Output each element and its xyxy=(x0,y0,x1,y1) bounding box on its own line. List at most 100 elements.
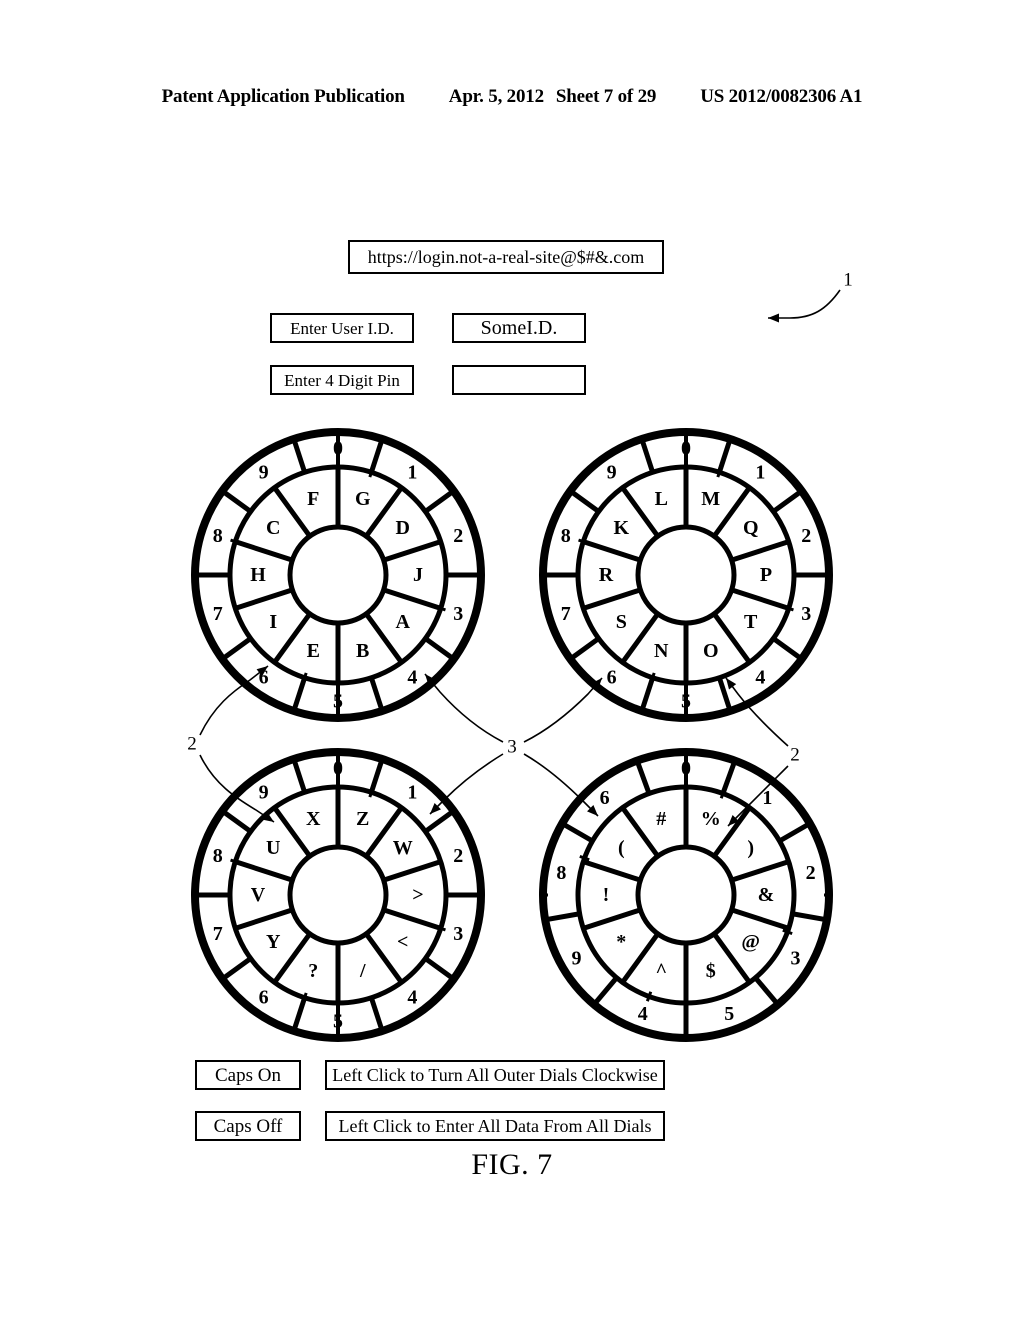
caps-on-button[interactable]: Caps On xyxy=(195,1060,301,1090)
outer-ring-label[interactable]: 3 xyxy=(791,947,801,969)
inner-ring-label[interactable]: Q xyxy=(743,517,759,539)
inner-ring-label[interactable]: P xyxy=(760,564,772,586)
outer-ring-label[interactable]: 6 xyxy=(607,666,617,688)
outer-ring-label[interactable]: 2 xyxy=(806,862,816,884)
outer-ring-label[interactable]: 7 xyxy=(213,603,223,625)
inner-ring-label[interactable]: U xyxy=(266,837,280,859)
inner-ring-label[interactable]: H xyxy=(250,564,266,586)
inner-ring-label[interactable]: L xyxy=(655,488,668,510)
enter-all-data-button[interactable]: Left Click to Enter All Data From All Di… xyxy=(325,1111,665,1141)
outer-ring-label[interactable]: 8 xyxy=(213,525,223,547)
inner-ring-label[interactable]: Z xyxy=(356,808,369,830)
inner-ring-label[interactable]: F xyxy=(307,488,319,510)
inner-ring-label[interactable]: A xyxy=(395,611,410,633)
inner-ring-label[interactable]: * xyxy=(616,931,626,953)
outer-ring-label[interactable]: 5 xyxy=(333,1011,343,1033)
inner-ring-label[interactable]: O xyxy=(703,640,719,662)
inner-ring-label[interactable]: / xyxy=(359,960,366,982)
inner-ring-spoke xyxy=(364,612,404,664)
leader-arrowhead xyxy=(726,678,737,690)
dial-bottom-left[interactable]: 0 1 2 3 4 5 6 7 8 9 Z W > < /? Y V U X xyxy=(191,748,485,1042)
outer-ring-label[interactable]: 0 xyxy=(681,438,691,460)
inner-ring-label[interactable]: ? xyxy=(308,960,318,982)
dial-bottom-right[interactable]: 0 1 2 3 5 4 9 8 6%) & @ $ ^ *! ( # xyxy=(539,748,833,1042)
turn-outer-dials-button[interactable]: Left Click to Turn All Outer Dials Clock… xyxy=(325,1060,665,1090)
outer-ring-spoke xyxy=(220,488,253,514)
inner-ring-label[interactable]: Y xyxy=(266,931,281,953)
figure-caption: FIG. 7 xyxy=(471,1148,553,1181)
outer-ring-label[interactable]: 0 xyxy=(333,758,343,780)
outer-ring-spoke xyxy=(720,759,738,795)
outer-ring-label[interactable]: 5 xyxy=(724,1003,734,1025)
outer-ring-label[interactable]: 4 xyxy=(638,1003,648,1025)
outer-ring-label[interactable]: 1 xyxy=(762,787,772,809)
url-address-bar[interactable]: https://login.not-a-real-site@$#&.com xyxy=(348,240,664,274)
inner-ring-label[interactable]: ( xyxy=(618,837,625,859)
outer-ring-label[interactable]: 6 xyxy=(259,666,269,688)
inner-ring-label[interactable]: & xyxy=(758,884,775,906)
outer-ring-label[interactable]: 3 xyxy=(801,603,811,625)
outer-ring-label[interactable]: 3 xyxy=(453,923,463,945)
inner-ring-label[interactable]: C xyxy=(266,517,280,539)
inner-ring-label[interactable]: W xyxy=(393,837,413,859)
inner-ring-label[interactable]: % xyxy=(701,808,721,830)
outer-ring-label[interactable]: 9 xyxy=(259,462,269,484)
outer-ring-label[interactable]: 5 xyxy=(333,691,343,713)
inner-ring-spoke xyxy=(382,587,442,611)
outer-ring-label[interactable]: 0 xyxy=(333,438,343,460)
dial-top-left[interactable]: 0 1 2 3 4 5 6 7 8 9 G D J A B E I H C F xyxy=(191,428,485,722)
inner-ring-label[interactable]: J xyxy=(413,564,423,586)
outer-ring-label[interactable]: 7 xyxy=(561,603,571,625)
outer-ring-label[interactable]: 2 xyxy=(453,845,463,867)
inner-ring-label[interactable]: D xyxy=(395,517,409,539)
outer-ring-spoke xyxy=(423,488,456,514)
inner-ring-label[interactable]: ) xyxy=(747,837,754,859)
outer-ring-label[interactable]: 4 xyxy=(755,666,765,688)
outer-ring-label[interactable]: 7 xyxy=(213,923,223,945)
outer-ring-label[interactable]: 0 xyxy=(681,758,691,780)
outer-ring-label[interactable]: 8 xyxy=(556,862,566,884)
inner-ring-label[interactable]: < xyxy=(397,931,408,953)
outer-ring-label[interactable]: 5 xyxy=(681,691,691,713)
inner-ring-label[interactable]: S xyxy=(616,611,627,633)
outer-ring-label[interactable]: 9 xyxy=(607,462,617,484)
inner-ring-label[interactable]: ^ xyxy=(655,960,667,982)
outer-ring-label[interactable]: 8 xyxy=(213,845,223,867)
outer-ring-label[interactable]: 1 xyxy=(755,462,765,484)
pin-input[interactable] xyxy=(452,365,586,395)
user-id-input[interactable]: SomeI.D. xyxy=(452,313,586,343)
outer-ring-label[interactable]: 1 xyxy=(407,782,417,804)
inner-ring-label[interactable]: V xyxy=(251,884,266,906)
inner-ring-label[interactable]: $ xyxy=(706,960,716,982)
outer-ring-label[interactable]: 2 xyxy=(453,525,463,547)
inner-ring-label[interactable]: K xyxy=(613,517,629,539)
outer-ring-label[interactable]: 6 xyxy=(600,787,610,809)
rotation-tick xyxy=(435,925,446,932)
outer-ring-label[interactable]: 6 xyxy=(259,986,269,1008)
outer-ring-label[interactable]: 8 xyxy=(561,525,571,547)
inner-ring-label[interactable]: M xyxy=(701,488,720,510)
outer-ring-label[interactable]: 2 xyxy=(801,525,811,547)
outer-ring-label[interactable]: 3 xyxy=(453,603,463,625)
inner-ring-label[interactable]: # xyxy=(656,808,666,830)
inner-ring-label[interactable]: E xyxy=(307,640,320,662)
inner-ring-label[interactable]: R xyxy=(599,564,614,586)
outer-ring-label[interactable]: 9 xyxy=(571,947,581,969)
inner-ring-label[interactable]: I xyxy=(269,611,277,633)
caps-off-button[interactable]: Caps Off xyxy=(195,1111,301,1141)
outer-ring-label[interactable]: 4 xyxy=(407,666,417,688)
rotation-tick xyxy=(782,928,793,936)
outer-ring-label[interactable]: 9 xyxy=(259,782,269,804)
inner-ring-label[interactable]: N xyxy=(654,640,669,662)
inner-ring-label[interactable]: ! xyxy=(603,884,610,906)
header-sheet: Sheet 7 of 29 xyxy=(555,86,657,107)
outer-ring-label[interactable]: 4 xyxy=(407,986,417,1008)
inner-ring-label[interactable]: > xyxy=(412,884,423,906)
inner-ring-label[interactable]: T xyxy=(744,611,758,633)
inner-ring-label[interactable]: G xyxy=(355,488,371,510)
inner-ring-label[interactable]: B xyxy=(356,640,369,662)
dial-top-right[interactable]: 0 1 2 3 4 5 6 7 8 9 M Q P T O N S R K L xyxy=(539,428,833,722)
inner-ring-label[interactable]: @ xyxy=(741,931,760,953)
outer-ring-label[interactable]: 1 xyxy=(407,462,417,484)
inner-ring-label[interactable]: X xyxy=(306,808,321,830)
